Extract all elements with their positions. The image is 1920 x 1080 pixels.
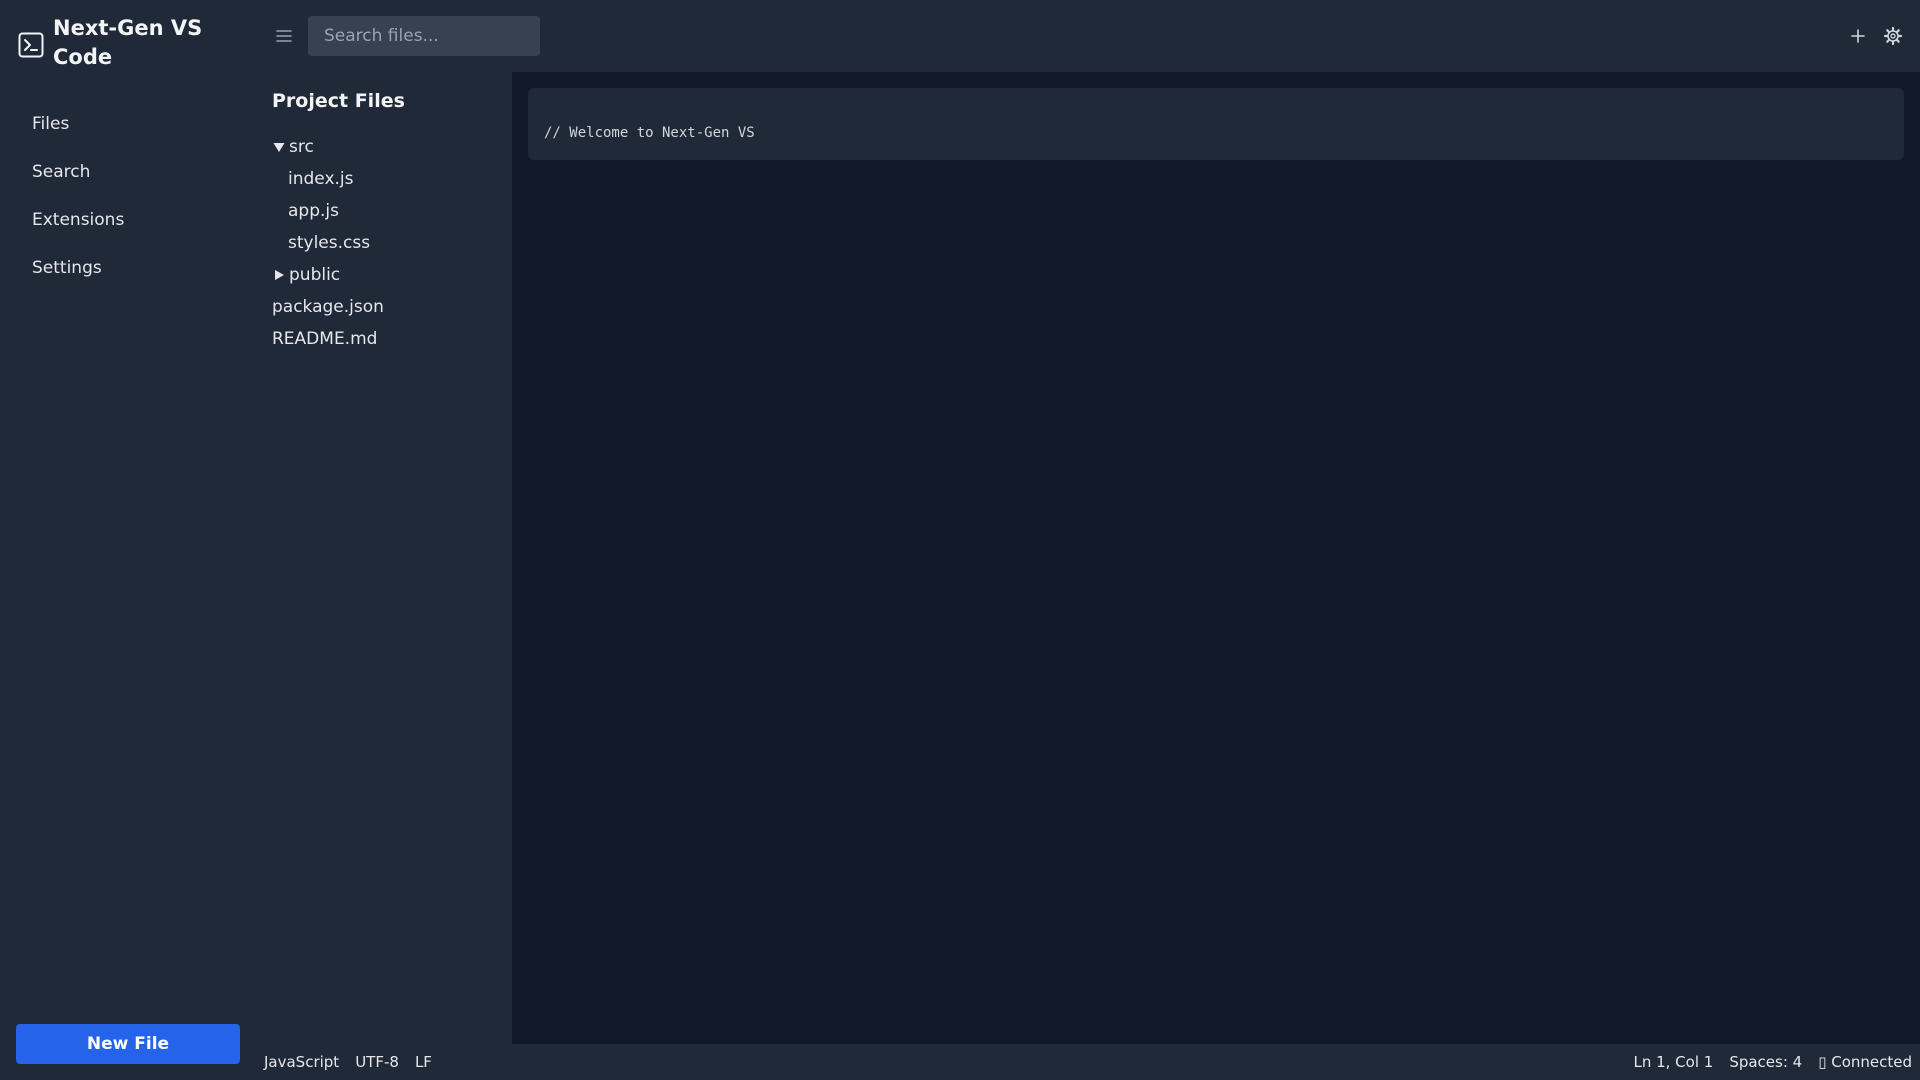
panel-title: Project Files <box>272 90 405 112</box>
file-explorer: Project Files src index.js app.js styles… <box>256 72 512 1044</box>
app-window: Next-Gen VS Code Files Search Extensions… <box>0 0 1920 1080</box>
caret-down-icon <box>273 143 285 152</box>
sidebar-nav: Files Search Extensions Settings <box>16 100 240 292</box>
status-indentation[interactable]: Spaces: 4 <box>1729 1053 1802 1071</box>
tree-file-package-json[interactable]: package.json <box>272 291 502 323</box>
sidebar-item-settings[interactable]: Settings <box>16 244 240 292</box>
code-editor[interactable]: // Welcome to Next-Gen VS <box>528 88 1904 160</box>
sidebar: Next-Gen VS Code Files Search Extensions… <box>0 0 256 1080</box>
tree-folder-public[interactable]: public <box>272 259 502 291</box>
brand: Next-Gen VS Code <box>18 14 248 72</box>
gear-icon[interactable] <box>1883 26 1903 46</box>
status-right: Ln 1, Col 1 Spaces: 4 ▯ Connected <box>1633 1044 1912 1080</box>
caret-right-icon <box>275 270 284 280</box>
status-encoding[interactable]: UTF-8 <box>355 1053 399 1071</box>
tree-file-readme-md[interactable]: README.md <box>272 323 502 355</box>
top-bar <box>256 0 1920 72</box>
status-connection: ▯ Connected <box>1818 1053 1912 1071</box>
tree-file-index-js[interactable]: index.js <box>272 163 502 195</box>
sidebar-item-search[interactable]: Search <box>16 148 240 196</box>
new-file-button[interactable]: New File <box>16 1024 240 1064</box>
terminal-icon <box>18 32 44 58</box>
status-bar: JavaScript UTF-8 LF Ln 1, Col 1 Spaces: … <box>256 1044 1920 1080</box>
tree-file-styles-css[interactable]: styles.css <box>272 227 502 259</box>
editor-area: // Welcome to Next-Gen VS <box>512 72 1920 1044</box>
status-line-ending[interactable]: LF <box>415 1053 432 1071</box>
status-left: JavaScript UTF-8 LF <box>264 1044 448 1080</box>
tree-folder-src[interactable]: src <box>272 131 502 163</box>
search-input[interactable] <box>308 16 540 56</box>
file-tree: src index.js app.js styles.css public pa… <box>272 131 502 355</box>
tree-file-app-js[interactable]: app.js <box>272 195 502 227</box>
sidebar-item-files[interactable]: Files <box>16 100 240 148</box>
code-line: // Welcome to Next-Gen VS <box>544 125 755 141</box>
tree-folder-label: public <box>289 265 341 285</box>
menu-icon[interactable] <box>274 26 294 46</box>
sidebar-item-extensions[interactable]: Extensions <box>16 196 240 244</box>
app-title: Next-Gen VS Code <box>53 16 203 69</box>
tree-folder-label: src <box>289 137 314 157</box>
status-language[interactable]: JavaScript <box>264 1053 339 1071</box>
plus-icon[interactable] <box>1848 26 1868 46</box>
status-cursor-position[interactable]: Ln 1, Col 1 <box>1633 1053 1713 1071</box>
